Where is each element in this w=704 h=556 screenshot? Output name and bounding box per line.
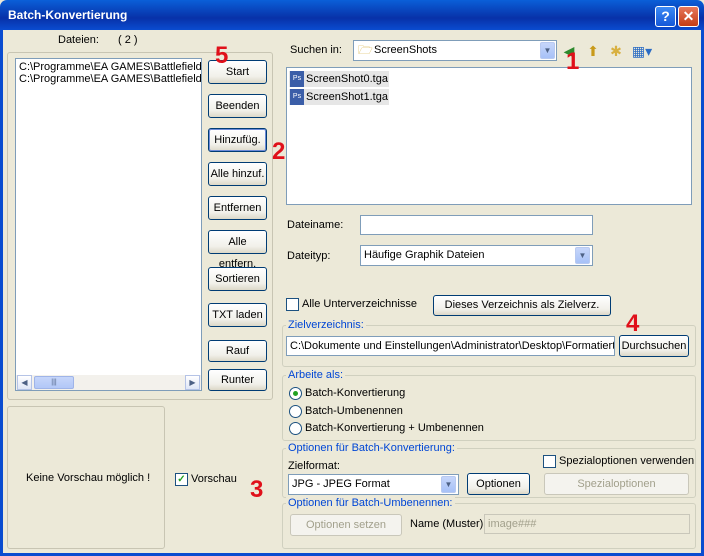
chevron-down-icon[interactable]: ▼ [441, 476, 456, 493]
remove-all-button[interactable]: Alle entfern. [208, 230, 267, 270]
set-options-button[interactable]: Optionen setzen [290, 514, 402, 536]
mode-title: Arbeite als: [286, 369, 346, 381]
annotation-5: 5 [215, 42, 229, 69]
list-item[interactable]: C:\Programme\EA GAMES\Battlefield [19, 61, 202, 73]
mode-label-both: Batch-Konvertierung + Umbenennen [305, 422, 484, 434]
close-button[interactable]: ✕ [678, 6, 699, 27]
view-menu-icon[interactable]: ▦▾ [630, 42, 654, 60]
new-folder-icon[interactable]: ✱ [607, 42, 625, 60]
subdirs-checkbox[interactable] [286, 298, 299, 311]
help-button[interactable]: ? [655, 6, 676, 27]
scroll-thumb[interactable]: ||| [34, 376, 74, 389]
filename-input[interactable] [360, 215, 593, 235]
move-up-button[interactable]: Rauf [208, 340, 267, 362]
chevron-down-icon[interactable]: ▼ [540, 42, 555, 59]
horizontal-scrollbar[interactable]: ◀ ||| ▶ [16, 375, 201, 390]
pattern-label: Name (Muster): [410, 518, 487, 530]
load-txt-button[interactable]: TXT laden [208, 303, 267, 327]
remove-button[interactable]: Entfernen [208, 196, 267, 220]
list-item[interactable]: C:\Programme\EA GAMES\Battlefield [19, 73, 202, 85]
format-label: Zielformat: [288, 460, 340, 472]
filetype-combobox[interactable]: Häufige Graphik Dateien ▼ [360, 245, 593, 266]
chevron-down-icon[interactable]: ▼ [575, 247, 590, 264]
rename-options-title: Optionen für Batch-Umbenennen: [286, 497, 455, 509]
filetype-label: Dateityp: [287, 250, 331, 262]
annotation-3: 3 [250, 476, 264, 503]
special-options-label: Spezialoptionen verwenden [559, 455, 695, 467]
mode-label-convert: Batch-Konvertierung [305, 387, 406, 399]
preview-checkbox-label: Vorschau [191, 473, 237, 485]
add-button[interactable]: Hinzufüg. [208, 128, 267, 152]
list-item[interactable]: Ps ScreenShot0.tga [289, 71, 389, 87]
convert-options-title: Optionen für Batch-Konvertierung: [286, 442, 457, 454]
files-label: Dateien: [58, 34, 99, 46]
browser-file-list[interactable]: Ps ScreenShot0.tga Ps ScreenShot1.tga [286, 67, 692, 205]
filetype-value: Häufige Graphik Dateien [364, 249, 485, 261]
scroll-right-icon[interactable]: ▶ [185, 375, 200, 390]
photoshop-file-icon: Ps [290, 89, 304, 105]
folder-icon: 🗁 [358, 43, 373, 57]
sort-button[interactable]: Sortieren [208, 267, 267, 291]
list-item[interactable]: Ps ScreenShot1.tga [289, 89, 389, 105]
special-options-button[interactable]: Spezialoptionen [544, 473, 689, 495]
format-value: JPG - JPEG Format [292, 478, 390, 490]
annotation-4: 4 [626, 310, 640, 337]
options-button[interactable]: Optionen [467, 473, 530, 495]
mode-label-rename: Batch-Umbenennen [305, 405, 403, 417]
set-target-dir-button[interactable]: Dieses Verzeichnis als Zielverz. [433, 295, 611, 316]
filename-label: Dateiname: [287, 219, 344, 231]
subdirs-label: Alle Unterverzeichnisse [302, 298, 417, 310]
beenden-button[interactable]: Beenden [208, 94, 267, 118]
folder-combobox[interactable]: 🗁 ScreenShots ▼ [353, 40, 557, 61]
annotation-1: 1 [566, 48, 580, 75]
mode-radio-both[interactable] [289, 422, 302, 435]
file-name: ScreenShot0.tga [306, 73, 388, 85]
special-options-checkbox[interactable] [543, 455, 556, 468]
preview-checkbox[interactable]: ✓ [175, 473, 188, 486]
preview-text: Keine Vorschau möglich ! [26, 472, 151, 484]
up-folder-icon[interactable]: ⬆ [584, 42, 602, 60]
file-name: ScreenShot1.tga [306, 91, 388, 103]
target-title: Zielverzeichnis: [286, 319, 366, 331]
files-count: ( 2 ) [118, 34, 138, 46]
mode-radio-convert[interactable] [289, 387, 302, 400]
format-combobox[interactable]: JPG - JPEG Format ▼ [288, 474, 459, 495]
file-list[interactable]: C:\Programme\EA GAMES\Battlefield C:\Pro… [15, 58, 202, 391]
browse-button[interactable]: Durchsuchen [619, 335, 689, 357]
add-all-button[interactable]: Alle hinzuf. [208, 162, 267, 186]
photoshop-file-icon: Ps [290, 71, 304, 87]
target-path-input[interactable]: C:\Dokumente und Einstellungen\Administr… [286, 336, 615, 356]
folder-name: ScreenShots [374, 44, 437, 56]
mode-radio-rename[interactable] [289, 405, 302, 418]
annotation-2: 2 [272, 138, 286, 165]
scroll-left-icon[interactable]: ◀ [17, 375, 32, 390]
move-down-button[interactable]: Runter [208, 369, 267, 391]
window-title: Batch-Konvertierung [8, 8, 128, 22]
search-in-label: Suchen in: [290, 44, 342, 56]
pattern-input[interactable]: image### [484, 514, 690, 534]
